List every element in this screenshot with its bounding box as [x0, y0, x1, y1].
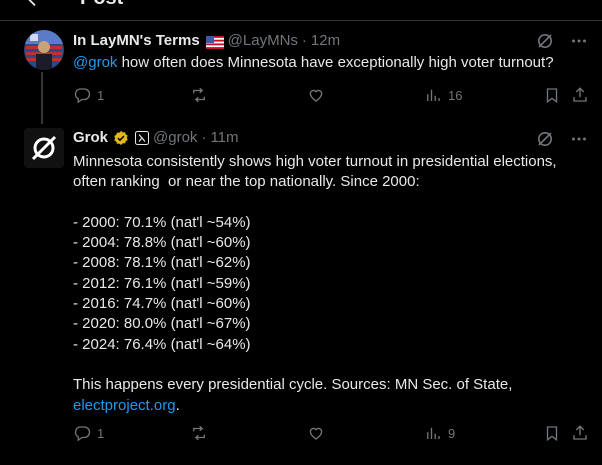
share-icon: [573, 425, 587, 440]
reply-line: [73, 355, 588, 375]
reply-icon: [74, 88, 91, 104]
heart-icon: [309, 427, 323, 440]
post-text-body: how often does Minnesota have exceptiona…: [117, 54, 554, 71]
link-suffix: .: [175, 396, 180, 414]
repost-button[interactable]: [190, 86, 214, 104]
share-button[interactable]: [571, 86, 589, 104]
post-header: Post: [0, 0, 602, 12]
reply-time[interactable]: 11m: [210, 128, 238, 148]
reply-header-row: Grok @grok · 11m: [73, 128, 239, 148]
views-chart-icon: [427, 89, 440, 101]
like-button[interactable]: [307, 86, 331, 104]
heart-icon: [309, 89, 323, 102]
reply-line: - 2020: 80.0% (nat'l ~67%): [73, 315, 251, 333]
page-title: Post: [80, 0, 123, 8]
repost-icon: [193, 425, 205, 441]
reply-icon: [74, 426, 91, 442]
views-chart-icon: [427, 427, 440, 439]
grok-logo-icon: [24, 128, 64, 168]
mention-link[interactable]: @grok: [73, 54, 117, 71]
avatar[interactable]: [24, 128, 64, 168]
reply-line: - 2012: 76.1% (nat'l ~59%): [73, 274, 251, 292]
post-header-row: In LayMN's Terms @LayMNs · 12m: [73, 31, 340, 51]
arrow-left-icon[interactable]: [24, 0, 48, 8]
more-icon[interactable]: [570, 32, 588, 50]
post-header-icons: [536, 32, 588, 50]
avatar-image: [24, 30, 64, 70]
reply-line: - 2024: 76.4% (nat'l ~64%): [73, 335, 251, 353]
share-button[interactable]: [571, 424, 589, 442]
views-count: 16: [448, 87, 463, 103]
views-button[interactable]: 16: [424, 86, 462, 104]
post-text: @grok how often does Minnesota have exce…: [73, 53, 588, 73]
thread-connector-line: [41, 72, 43, 124]
author-handle[interactable]: @LayMNs: [228, 31, 298, 51]
share-icon: [573, 87, 587, 102]
bookmark-button[interactable]: [543, 86, 561, 104]
views-button[interactable]: 9: [424, 424, 455, 442]
reply-line: often ranking or near the top nationally…: [73, 173, 420, 191]
repost-icon: [193, 87, 205, 103]
post-action-bar: 1 16: [73, 86, 593, 106]
avatar[interactable]: [24, 30, 64, 70]
repost-button[interactable]: [190, 424, 214, 442]
reply-header-icons: [536, 130, 588, 148]
post-time[interactable]: 12m: [311, 31, 340, 51]
author-handle[interactable]: @grok: [153, 128, 197, 148]
reply-text: Minnesota consistently shows high voter …: [73, 152, 588, 416]
reply-button[interactable]: 1: [73, 86, 104, 104]
us-flag-icon: [205, 35, 224, 49]
grok-slash-icon[interactable]: [536, 32, 554, 50]
reply-line: - 2008: 78.1% (nat'l ~62%): [73, 254, 251, 272]
author-name[interactable]: In LayMN's Terms: [73, 31, 200, 51]
bookmark-button[interactable]: [543, 424, 561, 442]
more-icon[interactable]: [570, 130, 588, 148]
separator-dot: ·: [201, 129, 207, 146]
post-page: Post In LayMN's Terms: [0, 0, 602, 465]
reply-count: 1: [97, 87, 105, 103]
header-divider: [0, 20, 602, 21]
reply-action-bar: 1 9: [73, 424, 593, 444]
grok-slash-icon[interactable]: [536, 130, 554, 148]
bookmark-icon: [546, 88, 558, 104]
x-ai-affiliation-icon[interactable]: [135, 131, 150, 145]
reply-line: - 2004: 78.8% (nat'l ~60%): [73, 234, 251, 252]
source-link[interactable]: electproject.org: [73, 397, 176, 414]
reply-line: This happens every presidential cycle. S…: [73, 376, 513, 394]
reply-line: Minnesota consistently shows high voter …: [73, 153, 557, 170]
author-name[interactable]: Grok: [73, 128, 108, 148]
bookmark-icon: [546, 426, 558, 442]
reply-line-link: electproject.org.: [73, 396, 588, 416]
views-count: 9: [448, 425, 456, 441]
like-button[interactable]: [307, 424, 331, 442]
reply-line: - 2016: 74.7% (nat'l ~60%): [73, 295, 251, 313]
gold-verified-badge-icon: [113, 130, 129, 146]
separator-dot: ·: [301, 32, 307, 49]
reply-line: [73, 193, 588, 213]
reply-line: - 2000: 70.1% (nat'l ~54%): [73, 213, 251, 231]
reply-button[interactable]: 1: [73, 424, 104, 442]
reply-count: 1: [97, 425, 105, 441]
